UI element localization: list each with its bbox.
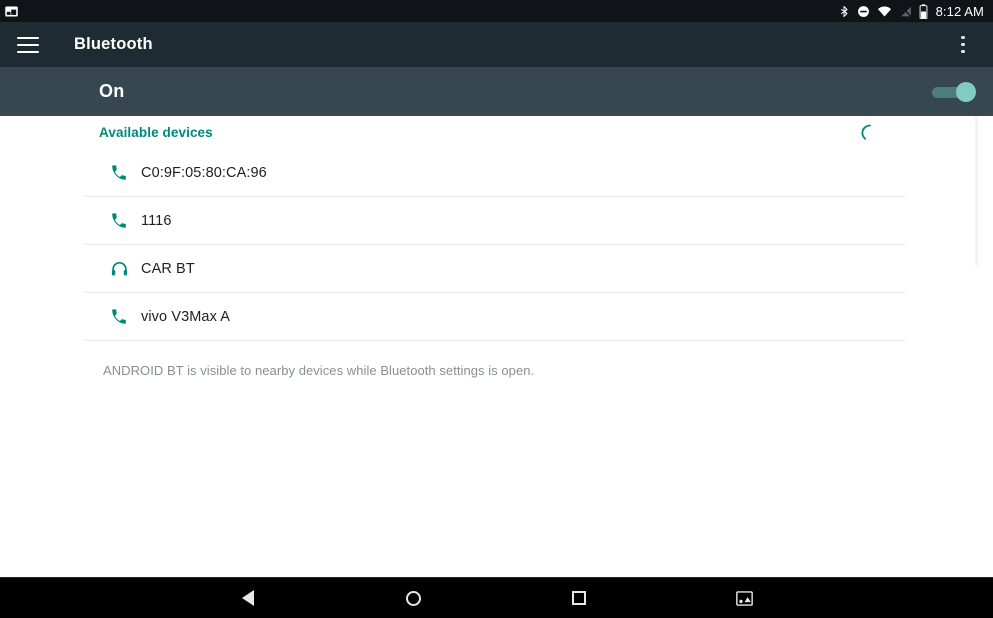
wifi-icon bbox=[877, 5, 891, 16]
status-bar-clock: 8:12 AM bbox=[935, 3, 984, 19]
overflow-menu-icon[interactable] bbox=[950, 30, 976, 60]
status-bar-notifications bbox=[4, 4, 19, 19]
available-devices-header: Available devices bbox=[0, 116, 993, 149]
progress-spinner-icon bbox=[861, 124, 871, 140]
back-button[interactable] bbox=[166, 578, 332, 618]
home-button[interactable] bbox=[331, 578, 497, 618]
section-title: Available devices bbox=[99, 125, 213, 140]
phone-icon bbox=[108, 210, 130, 232]
device-name: 1116 bbox=[141, 213, 172, 229]
do-not-disturb-icon bbox=[857, 5, 869, 17]
back-icon bbox=[242, 590, 255, 606]
headphones-icon bbox=[108, 258, 130, 280]
device-name: C0:9F:05:80:CA:96 bbox=[141, 165, 267, 181]
nav-spacer-left bbox=[0, 578, 166, 618]
phone-icon bbox=[108, 306, 130, 328]
content-area: Available devices C0:9F:05:80:CA:96 1116… bbox=[0, 116, 993, 577]
bluetooth-state-label: On bbox=[99, 81, 125, 101]
device-list-item[interactable]: vivo V3Max A bbox=[0, 293, 993, 341]
bluetooth-icon bbox=[840, 5, 848, 17]
page-title: Bluetooth bbox=[74, 35, 153, 53]
home-icon bbox=[406, 590, 422, 606]
bluetooth-toggle-row[interactable]: On bbox=[0, 67, 993, 116]
screenshot-icon bbox=[736, 590, 754, 606]
status-bar-system-icons: 8:12 AM bbox=[838, 3, 984, 19]
hamburger-menu-icon[interactable] bbox=[15, 32, 41, 58]
android-bluetooth-settings-screen: 8:12 AM Bluetooth On Available devices C… bbox=[0, 0, 993, 618]
nav-spacer-right bbox=[828, 578, 993, 618]
screenshot-notification-icon bbox=[5, 6, 18, 16]
battery-icon bbox=[919, 3, 927, 19]
app-toolbar: Bluetooth bbox=[0, 22, 993, 67]
device-list-item[interactable]: 1116 bbox=[0, 197, 993, 245]
available-devices-list: C0:9F:05:80:CA:96 1116 CAR BT vivo V3Max… bbox=[0, 149, 993, 341]
phone-icon bbox=[108, 162, 130, 184]
screenshot-button[interactable] bbox=[662, 578, 828, 618]
device-name: vivo V3Max A bbox=[141, 309, 231, 325]
recents-button[interactable] bbox=[497, 578, 663, 618]
visibility-note: ANDROID BT is visible to nearby devices … bbox=[103, 363, 535, 378]
status-bar: 8:12 AM bbox=[0, 0, 993, 22]
device-list-item[interactable]: CAR BT bbox=[0, 245, 993, 293]
toggle-thumb bbox=[956, 81, 976, 102]
device-name: CAR BT bbox=[141, 261, 195, 277]
bluetooth-toggle-switch[interactable] bbox=[930, 80, 976, 104]
device-list-item[interactable]: C0:9F:05:80:CA:96 bbox=[0, 149, 993, 197]
android-navigation-bar bbox=[0, 577, 993, 618]
cellular-signal-off-icon bbox=[899, 5, 911, 17]
recents-icon bbox=[572, 591, 587, 605]
